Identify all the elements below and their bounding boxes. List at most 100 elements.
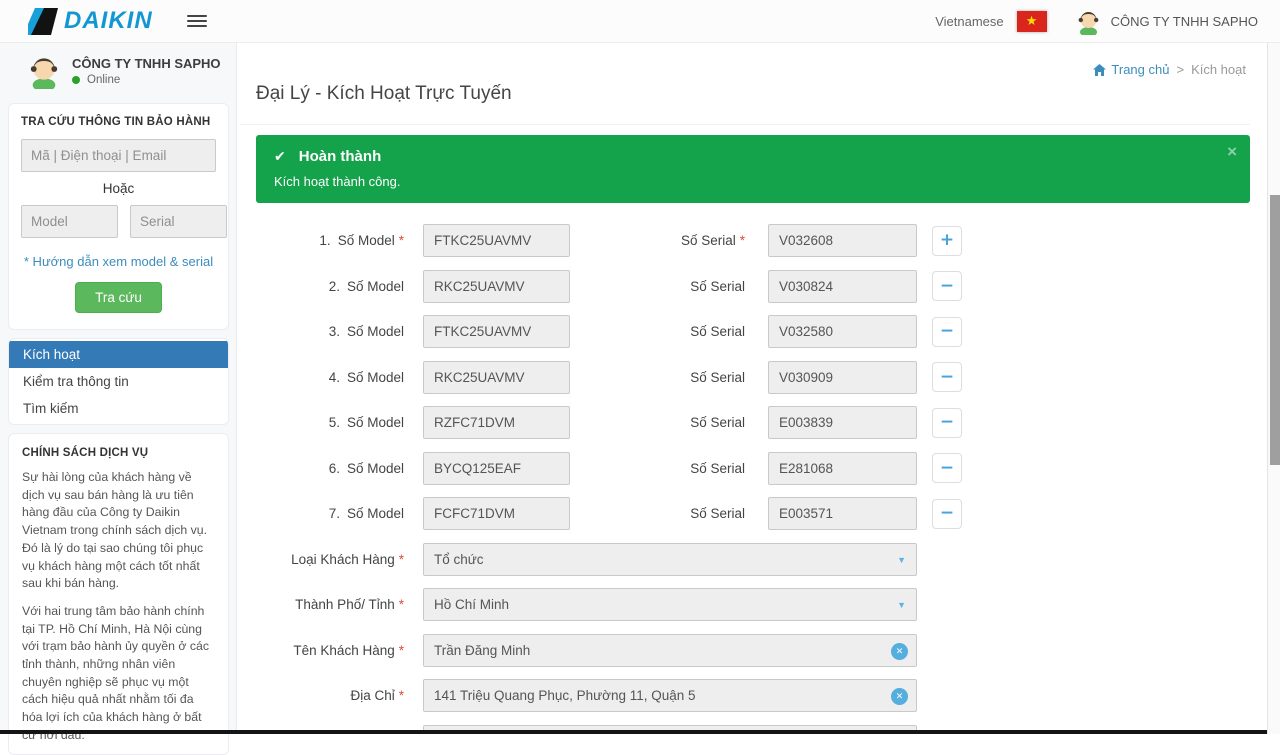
serial-label: Số Serial [570, 461, 745, 476]
serial-input[interactable] [768, 406, 917, 439]
address-input[interactable] [434, 688, 886, 703]
serial-lookup-input[interactable] [130, 205, 227, 238]
customer-type-select[interactable]: Tổ chức ▼ [423, 543, 917, 576]
sidebar-user-panel: CÔNG TY TNHH SAPHO Online [0, 43, 236, 97]
model-input[interactable] [423, 361, 570, 394]
serial-label: Số Serial* [570, 233, 745, 248]
customer-name-row: Tên Khách Hàng* ✕ [256, 634, 1268, 667]
customer-name-label: Tên Khách Hàng* [256, 643, 404, 658]
serial-label: Số Serial [570, 370, 745, 385]
remove-row-button[interactable]: − [932, 499, 962, 529]
model-input[interactable] [423, 452, 570, 485]
model-input[interactable] [423, 315, 570, 348]
remove-row-button[interactable]: − [932, 453, 962, 483]
product-row: 6.Số Model Số Serial − [256, 452, 1268, 485]
breadcrumb: Trang chủ > Kích hoạt [1093, 62, 1246, 77]
customer-type-row: Loại Khách Hàng* Tổ chức ▼ [256, 543, 1268, 576]
model-input[interactable] [423, 270, 570, 303]
model-lookup-input[interactable] [21, 205, 118, 238]
daikin-logo-icon [28, 8, 58, 35]
breadcrumb-home-link[interactable]: Trang chủ [1093, 62, 1169, 77]
sidebar: CÔNG TY TNHH SAPHO Online TRA CỨU THÔNG … [0, 43, 237, 734]
customer-name-input[interactable] [434, 643, 886, 658]
model-label: 1.Số Model* [256, 233, 404, 248]
serial-input[interactable] [768, 315, 917, 348]
address-label: Địa Chỉ* [256, 688, 404, 703]
policy-paragraph: Với hai trung tâm bảo hành chính tại TP.… [22, 603, 216, 745]
main-content: Trang chủ > Kích hoạt Đại Lý - Kích Hoạt… [237, 43, 1268, 734]
serial-input[interactable] [768, 224, 917, 257]
product-row: 2.Số Model Số Serial − [256, 270, 1268, 303]
remove-row-button[interactable]: − [932, 408, 962, 438]
model-input[interactable] [423, 406, 570, 439]
clear-input-icon[interactable]: ✕ [891, 688, 908, 705]
or-label: Hoặc [21, 181, 216, 196]
sidebar-item-check-info[interactable]: Kiểm tra thông tin [9, 368, 228, 395]
alert-title: Hoàn thành [299, 148, 382, 165]
serial-input[interactable] [768, 452, 917, 485]
sidebar-user-name: CÔNG TY TNHH SAPHO [72, 56, 221, 71]
hamburger-icon[interactable] [187, 12, 207, 30]
add-row-button[interactable]: + [932, 226, 962, 256]
serial-label: Số Serial [570, 279, 745, 294]
product-row: 4.Số Model Số Serial − [256, 361, 1268, 394]
alert-message: Kích hoạt thành công. [274, 174, 1232, 189]
header-user-name[interactable]: CÔNG TY TNHH SAPHO [1111, 14, 1258, 29]
avatar [26, 53, 62, 89]
clear-input-icon[interactable]: ✕ [891, 643, 908, 660]
chevron-down-icon: ▼ [897, 555, 906, 565]
avatar[interactable] [1075, 8, 1102, 35]
success-alert: ✔ Hoàn thành Kích hoạt thành công. × [256, 135, 1250, 203]
remove-row-button[interactable]: − [932, 362, 962, 392]
divider [240, 124, 1250, 125]
breadcrumb-current: Kích hoạt [1191, 62, 1246, 77]
customer-name-field-wrap: ✕ [423, 634, 917, 667]
lookup-search-button[interactable]: Tra cứu [75, 282, 162, 313]
policy-paragraph: Sự hài lòng của khách hàng về dịch vụ sa… [22, 469, 216, 593]
vietnam-flag-icon[interactable]: ★ [1017, 11, 1047, 32]
address-field-wrap: ✕ [423, 679, 917, 712]
lookup-title: TRA CỨU THÔNG TIN BẢO HÀNH [21, 116, 216, 128]
customer-type-label: Loại Khách Hàng* [256, 552, 404, 567]
policy-title: CHÍNH SÁCH DỊCH VỤ [22, 447, 216, 459]
sidebar-menu: Kích hoạt Kiểm tra thông tin Tìm kiếm [8, 338, 229, 425]
serial-input[interactable] [768, 361, 917, 394]
bottom-edge-bar [0, 730, 1267, 734]
model-label: 5.Số Model [256, 415, 404, 430]
service-policy-card: CHÍNH SÁCH DỊCH VỤ Sự hài lòng của khách… [8, 433, 229, 755]
model-input[interactable] [423, 224, 570, 257]
home-icon [1093, 64, 1106, 76]
brand-text: DAIKIN [64, 7, 153, 35]
remove-row-button[interactable]: − [932, 317, 962, 347]
online-status-label: Online [87, 74, 120, 86]
top-header: DAIKIN Vietnamese ★ CÔNG TY TNHH SAPHO [0, 0, 1280, 43]
model-label: 7.Số Model [256, 506, 404, 521]
model-label: 6.Số Model [256, 461, 404, 476]
serial-input[interactable] [768, 270, 917, 303]
address-row: Địa Chỉ* ✕ [256, 679, 1268, 712]
sidebar-item-search[interactable]: Tìm kiếm [9, 395, 228, 422]
close-icon[interactable]: × [1227, 143, 1237, 160]
city-select[interactable]: Hồ Chí Minh ▼ [423, 588, 917, 621]
chevron-down-icon: ▼ [897, 600, 906, 610]
language-label[interactable]: Vietnamese [935, 14, 1003, 29]
serial-label: Số Serial [570, 324, 745, 339]
daikin-logo[interactable]: DAIKIN [28, 7, 153, 35]
vertical-scrollbar[interactable] [1267, 43, 1280, 734]
city-label: Thành Phố/ Tỉnh* [256, 597, 404, 612]
breadcrumb-separator: > [1176, 62, 1184, 77]
code-phone-email-input[interactable] [21, 139, 216, 172]
model-input[interactable] [423, 497, 570, 530]
serial-label: Số Serial [570, 415, 745, 430]
model-serial-guide-link[interactable]: * Hướng dẫn xem model & serial [21, 254, 216, 269]
product-row: 1.Số Model* Số Serial* + [256, 224, 1268, 257]
serial-input[interactable] [768, 497, 917, 530]
product-row: 5.Số Model Số Serial − [256, 406, 1268, 439]
city-row: Thành Phố/ Tỉnh* Hồ Chí Minh ▼ [256, 588, 1268, 621]
scrollbar-thumb[interactable] [1270, 195, 1280, 465]
sidebar-item-activate[interactable]: Kích hoạt [9, 341, 228, 368]
online-status-icon [72, 76, 80, 84]
model-label: 3.Số Model [256, 324, 404, 339]
product-row: 3.Số Model Số Serial − [256, 315, 1268, 348]
remove-row-button[interactable]: − [932, 271, 962, 301]
